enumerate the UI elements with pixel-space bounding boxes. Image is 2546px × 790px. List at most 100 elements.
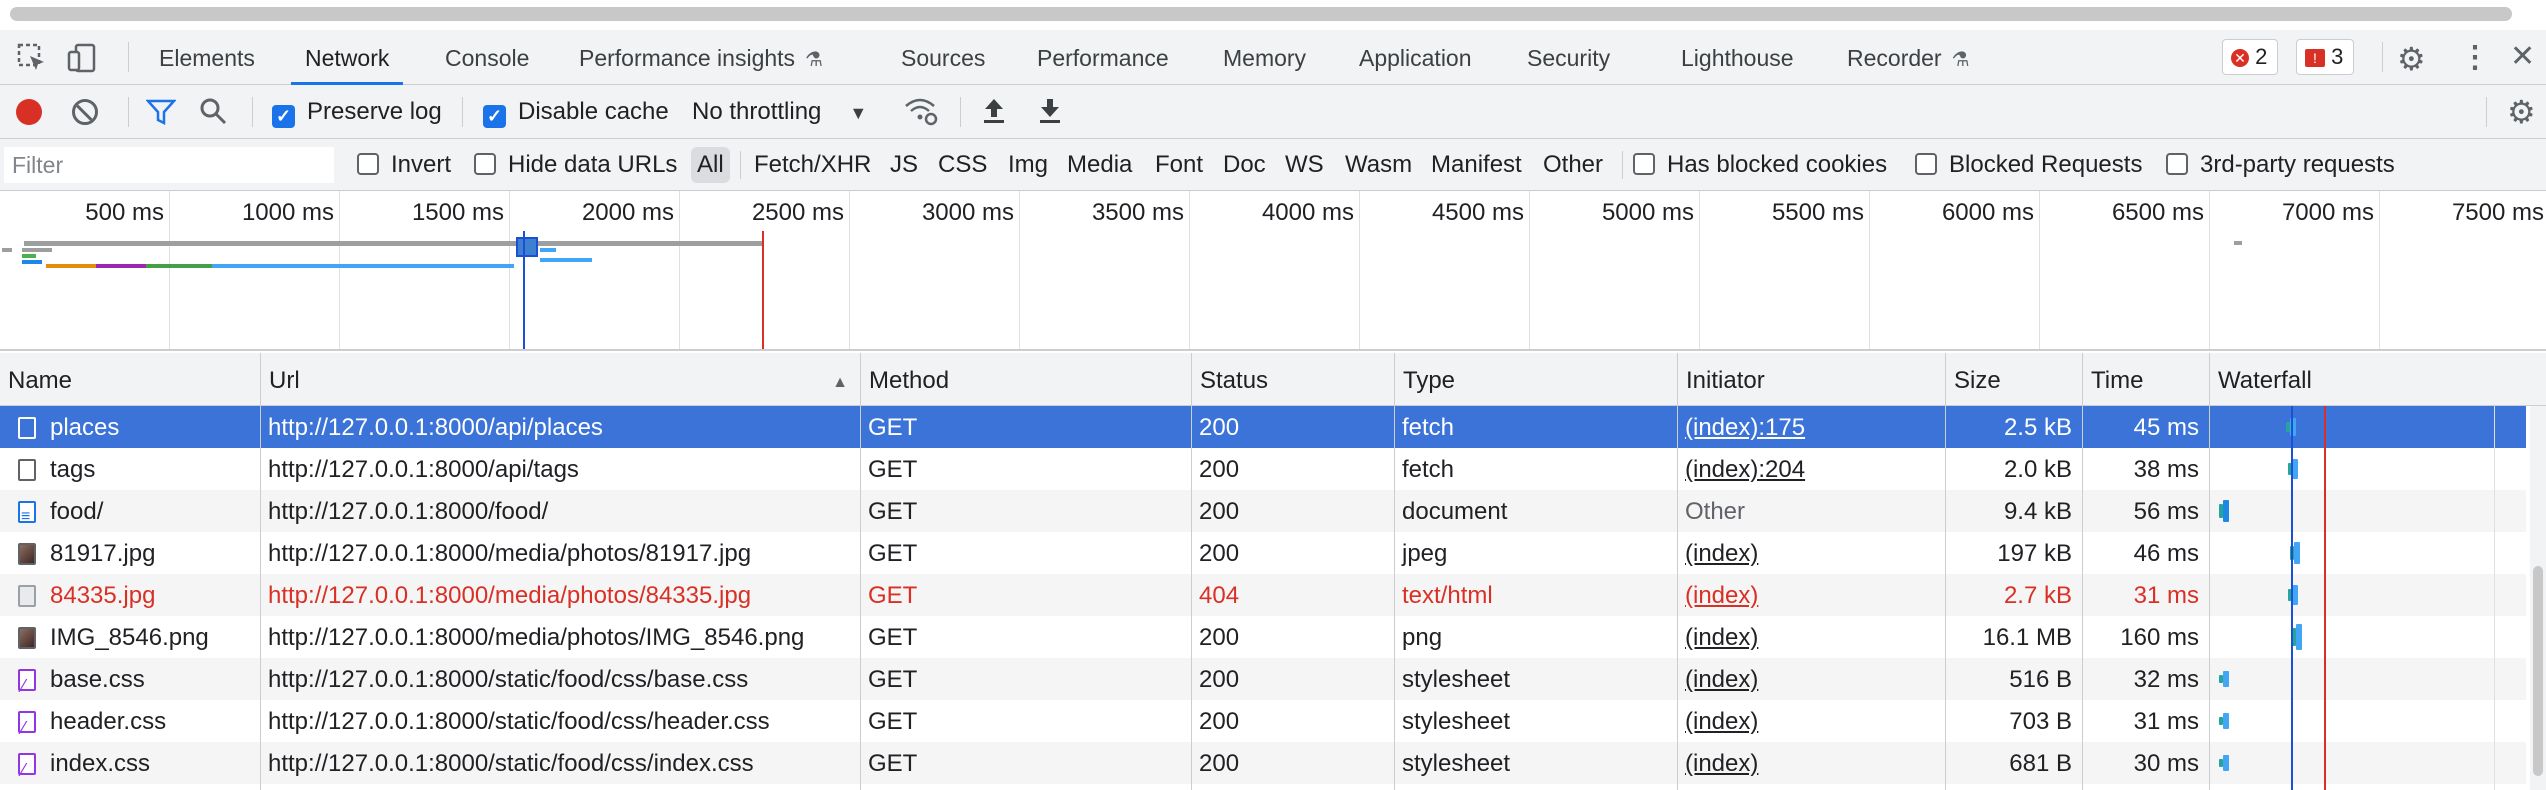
error-count-badge[interactable]: ✕ 2: [2222, 39, 2279, 75]
cell-initiator[interactable]: (index):204: [1677, 448, 1945, 490]
tab-lighthouse[interactable]: Lighthouse: [1681, 30, 1794, 84]
filter-type-media[interactable]: Media: [1067, 139, 1132, 191]
filter-type-doc[interactable]: Doc: [1223, 139, 1266, 191]
cell-initiator[interactable]: (index): [1677, 742, 1945, 784]
method-text: GET: [868, 666, 918, 693]
tab-label: Performance insights: [579, 45, 796, 71]
tab-sources[interactable]: Sources: [901, 30, 985, 84]
stylesheet-icon: [18, 748, 36, 784]
has-blocked-cookies-checkbox[interactable]: Has blocked cookies: [1633, 139, 1887, 191]
cell-time: 32 ms: [2082, 658, 2209, 700]
table-vertical-scrollbar[interactable]: [2530, 406, 2546, 790]
column-header-url[interactable]: Url ▲: [260, 353, 860, 406]
cell-size: 197 kB: [1945, 532, 2082, 574]
cell-url: http://127.0.0.1:8000/static/food/css/ba…: [260, 658, 860, 700]
inspect-element-icon[interactable]: [16, 42, 48, 79]
network-conditions-button[interactable]: [904, 85, 938, 139]
table-row[interactable]: header.css http://127.0.0.1:8000/static/f…: [0, 700, 2526, 742]
waterfall-bar: [2296, 624, 2302, 650]
wifi-settings-icon: [905, 98, 938, 126]
network-overview-timeline[interactable]: 500 ms 1000 ms 1500 ms 2000 ms 2500 ms 3…: [0, 191, 2546, 351]
cell-initiator[interactable]: (index):175: [1677, 406, 1945, 448]
filter-type-img[interactable]: Img: [1008, 139, 1048, 191]
filter-type-fetch-xhr[interactable]: Fetch/XHR: [754, 139, 871, 191]
tab-memory[interactable]: Memory: [1223, 30, 1306, 84]
table-row[interactable]: 81917.jpg http://127.0.0.1:8000/media/pho…: [0, 532, 2526, 574]
size-text: 516 B: [2009, 666, 2072, 693]
tab-network[interactable]: Network: [290, 30, 404, 85]
cell-initiator[interactable]: (index): [1677, 574, 1945, 616]
scrollbar-thumb[interactable]: [2533, 566, 2543, 776]
tab-console[interactable]: Console: [445, 30, 529, 84]
export-har-button[interactable]: [1037, 85, 1063, 139]
column-header-initiator[interactable]: Initiator: [1677, 353, 1945, 406]
tab-application[interactable]: Application: [1359, 30, 1472, 84]
column-header-name[interactable]: Name: [0, 353, 260, 406]
table-row[interactable]: index.css http://127.0.0.1:8000/static/fo…: [0, 742, 2526, 784]
filter-toggle-button[interactable]: [145, 85, 177, 139]
record-button[interactable]: [16, 85, 42, 139]
timeline-tick: 1000 ms: [241, 199, 334, 226]
filter-type-font[interactable]: Font: [1155, 139, 1203, 191]
cell-initiator[interactable]: (index): [1677, 658, 1945, 700]
table-row[interactable]: 84335.jpg http://127.0.0.1:8000/media/pho…: [0, 574, 2526, 616]
column-header-type[interactable]: Type: [1394, 353, 1677, 406]
tab-performance-insights[interactable]: Performance insights ⚗: [579, 30, 823, 84]
column-header-time[interactable]: Time: [2082, 353, 2209, 406]
column-header-method[interactable]: Method: [860, 353, 1191, 406]
settings-gear-icon[interactable]: ⚙: [2397, 40, 2426, 78]
network-settings-gear-icon[interactable]: ⚙: [2507, 85, 2536, 139]
timeline-tick: 2500 ms: [751, 199, 844, 226]
filter-type-css[interactable]: CSS: [938, 139, 987, 191]
blocked-requests-checkbox[interactable]: Blocked Requests: [1915, 139, 2142, 191]
cell-initiator[interactable]: (index): [1677, 616, 1945, 658]
cell-initiator[interactable]: (index): [1677, 700, 1945, 742]
filter-type-all[interactable]: All: [691, 147, 730, 183]
filter-type-ws[interactable]: WS: [1285, 139, 1324, 191]
disable-cache-checkbox[interactable]: ✓ Disable cache: [483, 85, 669, 139]
clear-button[interactable]: [72, 85, 98, 139]
cell-status: 200: [1191, 742, 1394, 784]
tab-elements[interactable]: Elements: [159, 30, 255, 84]
search-button[interactable]: [198, 85, 228, 139]
column-header-size[interactable]: Size: [1945, 353, 2082, 406]
throttling-select[interactable]: No throttling ▼: [692, 85, 867, 139]
table-row[interactable]: tags http://127.0.0.1:8000/api/tags GET 200…: [0, 448, 2526, 490]
record-icon: [16, 99, 42, 125]
table-row[interactable]: IMG_8546.png http://127.0.0.1:8000/media/…: [0, 616, 2526, 658]
filter-type-other[interactable]: Other: [1543, 139, 1603, 191]
preserve-log-checkbox[interactable]: ✓ Preserve log: [272, 85, 442, 139]
tab-recorder[interactable]: Recorder ⚗: [1847, 30, 1970, 84]
invert-checkbox[interactable]: Invert: [357, 139, 451, 191]
cell-method: GET: [860, 658, 1191, 700]
table-row[interactable]: base.css http://127.0.0.1:8000/static/foo…: [0, 658, 2526, 700]
cell-method: GET: [860, 700, 1191, 742]
initiator-text: Other: [1685, 498, 1746, 525]
column-header-waterfall[interactable]: Waterfall: [2209, 353, 2546, 406]
cell-url: http://127.0.0.1:8000/media/photos/IMG_8…: [260, 616, 860, 658]
column-header-status[interactable]: Status: [1191, 353, 1394, 406]
import-har-button[interactable]: [981, 85, 1007, 139]
horizontal-scrollbar[interactable]: [0, 0, 2546, 30]
close-icon[interactable]: ✕: [2510, 39, 2535, 74]
scrollbar-thumb[interactable]: [10, 7, 2512, 21]
third-party-requests-label: 3rd-party requests: [2200, 151, 2395, 178]
hide-data-urls-checkbox[interactable]: Hide data URLs: [474, 139, 677, 191]
tab-performance[interactable]: Performance: [1037, 30, 1169, 84]
tab-security[interactable]: Security: [1527, 30, 1610, 84]
filter-type-js[interactable]: JS: [890, 139, 918, 191]
more-options-icon[interactable]: ⋮: [2460, 40, 2490, 75]
device-toolbar-icon[interactable]: [66, 42, 98, 79]
cell-url: http://127.0.0.1:8000/static/food/css/he…: [260, 700, 860, 742]
table-row[interactable]: food/http://127.0.0.1:8000/food/GET 200 do…: [0, 490, 2526, 532]
filter-type-wasm[interactable]: Wasm: [1345, 139, 1412, 191]
third-party-requests-checkbox[interactable]: 3rd-party requests: [2166, 139, 2395, 191]
filter-input[interactable]: [4, 147, 334, 183]
table-row[interactable]: places http://127.0.0.1:8000/api/places GE…: [0, 406, 2526, 448]
filter-type-manifest[interactable]: Manifest: [1431, 139, 1522, 191]
cell-initiator[interactable]: (index): [1677, 532, 1945, 574]
waterfall-load-line: [2324, 406, 2326, 790]
issues-count-badge[interactable]: ! 3: [2296, 39, 2355, 75]
stylesheet-icon: [18, 664, 36, 700]
cell-initiator: Other: [1677, 490, 1945, 532]
